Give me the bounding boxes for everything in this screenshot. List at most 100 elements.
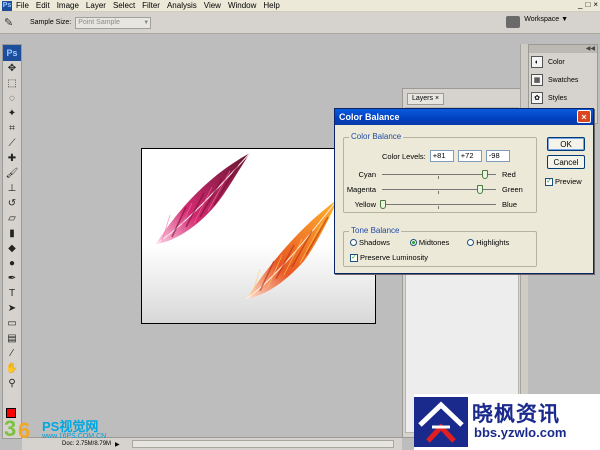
svg-text:3: 3 [4,416,16,441]
color-levels-row: Color Levels: +81 +72 -98 [382,150,510,162]
menu-image[interactable]: Image [57,1,79,10]
color-levels-label: Color Levels: [382,151,426,161]
cyan-red-slider: Cyan Red [344,169,524,181]
dodge-tool-icon[interactable]: ● [3,256,21,271]
dock-item-color[interactable]: ◐ Color [529,53,597,71]
slider-left-label: Magenta [346,185,376,194]
dialog-titlebar[interactable]: Color Balance × [335,109,593,125]
sample-size-label: Sample Size: [30,19,72,26]
shadows-label[interactable]: Shadows [359,238,390,247]
path-select-tool-icon[interactable]: ➤ [3,301,21,316]
slice-tool-icon[interactable]: ⟋ [3,136,21,151]
workspace-menu[interactable]: Workspace ▼ [524,16,568,23]
toolbox-logo-icon: Ps [3,45,21,61]
layers-tab[interactable]: Layers × [407,93,445,105]
move-tool-icon[interactable]: ✥ [3,61,21,76]
color-balance-group-label: Color Balance [349,132,404,141]
yellow-blue-level-input[interactable]: -98 [485,150,510,162]
tone-balance-group-label: Tone Balance [349,226,402,235]
midtones-label[interactable]: Midtones [419,238,449,247]
blur-tool-icon[interactable]: ◆ [3,241,21,256]
hand-tool-icon[interactable]: ✋ [3,361,21,376]
color-icon: ◐ [531,56,543,68]
notes-tool-icon[interactable]: ▤ [3,331,21,346]
menu-select[interactable]: Select [113,1,135,10]
workspace-icon[interactable] [506,16,520,28]
slider-left-label: Cyan [358,170,376,179]
crop-tool-icon[interactable]: ⌗ [3,121,21,136]
dock-header[interactable]: ◀◀ [529,45,597,53]
menu-view[interactable]: View [204,1,221,10]
menu-window[interactable]: Window [228,1,256,10]
swatches-icon: ▦ [531,74,543,86]
tone-balance-group: Tone Balance Shadows Midtones Highlights… [343,226,537,267]
slider-track[interactable] [382,174,496,179]
horizontal-scrollbar[interactable] [131,440,394,448]
type-tool-icon[interactable]: T [3,286,21,301]
eraser-tool-icon[interactable]: ▱ [3,211,21,226]
lasso-tool-icon[interactable]: ◌ [3,91,21,106]
minimize-button[interactable]: _ [578,0,582,9]
yellow-blue-slider: Yellow Blue [344,199,524,211]
shadows-radio[interactable] [350,239,357,246]
highlights-label[interactable]: Highlights [476,238,509,247]
preview-row: ✓ Preview [545,177,582,186]
yellow-blue-slider-thumb[interactable] [380,200,387,209]
menu-filter[interactable]: Filter [142,1,160,10]
shape-tool-icon[interactable]: ▭ [3,316,21,331]
dialog-title: Color Balance [339,112,400,122]
marquee-tool-icon[interactable]: ⬚ [3,76,21,91]
watermark-right-url: bbs.yzwlo.com [474,425,567,440]
midtones-radio[interactable] [409,239,417,246]
history-brush-icon[interactable]: ↺ [3,196,21,211]
watermark-right-title: 晓枫资讯 [472,403,560,426]
slider-right-label: Red [502,170,516,179]
preserve-luminosity-row: ✓ Preserve Luminosity [350,253,428,262]
color-balance-group: Color Balance Color Levels: +81 +72 -98 … [343,132,537,213]
watermark-left-url: www.16PS.COM.CN [42,433,107,440]
dock-item-styles[interactable]: ✿ Styles [529,89,597,107]
cyan-red-slider-thumb[interactable] [482,170,489,179]
preview-checkbox[interactable]: ✓ [545,177,553,186]
stamp-tool-icon[interactable]: ⊥ [3,181,21,196]
menu-file[interactable]: File [16,1,29,10]
healing-tool-icon[interactable]: ✚ [3,151,21,166]
toolbox: Ps ✥ ⬚ ◌ ✦ ⌗ ⟋ ✚ 🖌 ⊥ ↺ ▱ ▮ ◆ ● ✒ T ➤ ▭ ▤… [2,44,22,439]
color-balance-dialog: Color Balance × Color Balance Color Leve… [334,108,594,274]
eyedropper-tool-icon[interactable]: ⁄ [3,346,21,361]
highlights-radio[interactable] [467,239,475,246]
magic-wand-tool-icon[interactable]: ✦ [3,106,21,121]
sample-size-select[interactable]: Point Sample [75,16,152,29]
window-close-button[interactable]: × [593,0,598,9]
menu-bar: Ps File Edit Image Layer Select Filter A… [0,0,600,12]
magenta-green-slider-thumb[interactable] [477,185,484,194]
eyedropper-icon[interactable]: ✎ [4,16,18,30]
zoom-tool-icon[interactable]: ⚲ [3,376,21,391]
menu-layer[interactable]: Layer [86,1,106,10]
magenta-green-level-input[interactable]: +72 [457,150,482,162]
slider-left-label: Yellow [354,200,376,209]
preview-label[interactable]: Preview [555,177,582,186]
watermark-left: 3 6 PS视觉网 www.16PS.COM.CN [4,414,124,448]
maximize-button[interactable]: □ [585,0,590,9]
slider-track[interactable] [382,204,496,209]
gradient-tool-icon[interactable]: ▮ [3,226,21,241]
menu-edit[interactable]: Edit [36,1,50,10]
dialog-close-button[interactable]: × [577,110,591,123]
ok-button[interactable]: OK [547,137,585,151]
watermark-right: 晓枫资讯 bbs.yzwlo.com [414,394,600,450]
brush-tool-icon[interactable]: 🖌 [3,166,21,181]
window-controls: _ □ × [578,0,598,9]
menu-analysis[interactable]: Analysis [167,1,197,10]
preserve-luminosity-label[interactable]: Preserve Luminosity [360,253,428,262]
magenta-green-slider: Magenta Green [344,184,524,196]
preserve-luminosity-checkbox[interactable]: ✓ [350,253,358,262]
menu-help[interactable]: Help [263,1,279,10]
pen-tool-icon[interactable]: ✒ [3,271,21,286]
pink-feather [155,152,251,245]
cancel-button[interactable]: Cancel [547,155,585,169]
dock-item-label: Styles [548,94,568,102]
cyan-red-level-input[interactable]: +81 [429,150,454,162]
dock-item-label: Swatches [548,76,579,84]
dock-item-swatches[interactable]: ▦ Swatches [529,71,597,89]
